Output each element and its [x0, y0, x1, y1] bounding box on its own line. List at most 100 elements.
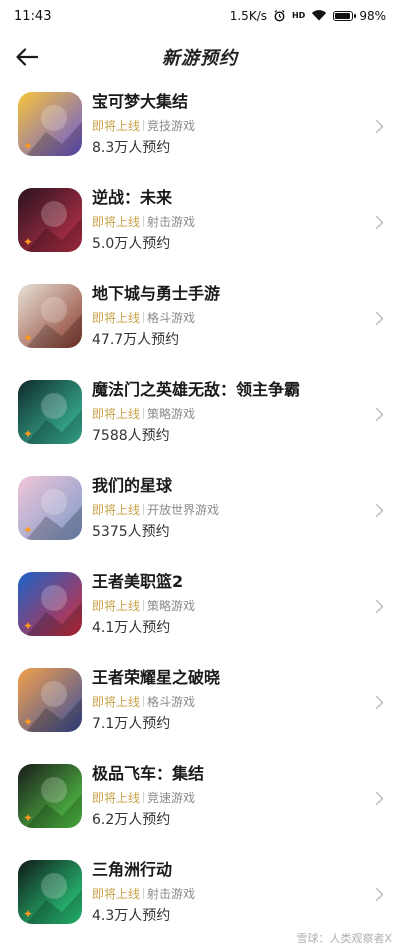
reservation-count: 4.1万人预约 [92, 620, 171, 636]
pokemon-unite-icon[interactable]: ✦ [18, 92, 82, 156]
game-name: 王者荣耀星之破晓 [92, 668, 221, 687]
game-meta: 即将上线 射击游戏 [92, 885, 360, 903]
net-speed: 1.5K/s [229, 9, 267, 23]
heroes-might-magic-icon[interactable]: ✦ [18, 380, 82, 444]
chevron-right-icon[interactable] [372, 308, 386, 328]
list-item[interactable]: ✦ 地下城与勇士手游即将上线 格斗游戏 47.7万人预约 [0, 274, 400, 370]
divider [143, 888, 145, 899]
game-meta: 即将上线 开放世界游戏 [92, 501, 360, 519]
honor-of-kings-star-icon[interactable]: ✦ [18, 668, 82, 732]
game-info: 地下城与勇士手游即将上线 格斗游戏 47.7万人预约 [92, 283, 360, 350]
release-status: 即将上线 [92, 599, 141, 613]
game-meta: 即将上线 格斗游戏 [92, 693, 360, 711]
game-info: 三角洲行动即将上线 射击游戏 4.3万人预约 [92, 859, 360, 926]
game-info: 逆战：未来即将上线 射击游戏 5.0万人预约 [92, 187, 360, 254]
delta-force-icon[interactable]: ✦ [18, 860, 82, 924]
divider [143, 696, 145, 707]
divider [143, 504, 145, 515]
battery-percent: 98% [359, 9, 386, 23]
release-status: 即将上线 [92, 119, 141, 133]
divider [143, 216, 145, 227]
reservation-count: 5375人预约 [92, 524, 170, 540]
game-info: 魔法门之英雄无敌：领主争霸 即将上线 策略游戏 7588人预约 [92, 379, 360, 446]
watermark: 雪球：人类观察者X [296, 932, 392, 945]
divider [143, 408, 145, 419]
alarm-clock-icon [273, 9, 286, 24]
game-name: 逆战：未来 [92, 188, 173, 207]
list-item[interactable]: ✦ 逆战：未来即将上线 射击游戏 5.0万人预约 [0, 178, 400, 274]
reservation-count: 8.3万人预约 [92, 140, 171, 156]
game-genre: 竞技游戏 [147, 119, 196, 133]
game-name: 地下城与勇士手游 [92, 284, 221, 303]
star-badge-icon: ✦ [22, 331, 34, 345]
status-bar: 11:43 1.5K/s HD 98% [0, 0, 400, 32]
reservation-count: 7588人预约 [92, 428, 170, 444]
star-badge-icon: ✦ [22, 427, 34, 441]
nba-kings-icon[interactable]: ✦ [18, 572, 82, 636]
game-meta: 即将上线 射击游戏 [92, 213, 360, 231]
arrow-left-icon [16, 48, 38, 66]
back-button[interactable] [12, 42, 42, 72]
game-genre: 竞速游戏 [147, 791, 196, 805]
wifi-icon [311, 9, 327, 23]
list-item[interactable]: ✦ 我们的星球即将上线 开放世界游戏 5375人预约 [0, 466, 400, 562]
release-status: 即将上线 [92, 887, 141, 901]
reservation-count: 47.7万人预约 [92, 332, 180, 348]
release-status: 即将上线 [92, 215, 141, 229]
game-name: 我们的星球 [92, 476, 173, 495]
dnf-mobile-icon[interactable]: ✦ [18, 284, 82, 348]
game-genre: 射击游戏 [147, 215, 196, 229]
reservation-count: 5.0万人预约 [92, 236, 171, 252]
release-status: 即将上线 [92, 311, 141, 325]
chevron-right-icon[interactable] [372, 884, 386, 904]
game-name: 宝可梦大集结 [92, 92, 189, 111]
release-status: 即将上线 [92, 407, 141, 421]
nizhan-future-icon[interactable]: ✦ [18, 188, 82, 252]
game-list: ✦ 宝可梦大集结 即将上线 竞技游戏 8.3万人预约 ✦ 逆战：未来 即将上线 射击游戏 5.0万… [0, 82, 400, 946]
game-name: 三角洲行动 [92, 860, 173, 879]
list-item[interactable]: ✦ 宝可梦大集结即将上线 竞技游戏 8.3万人预约 [0, 82, 400, 178]
release-status: 即将上线 [92, 791, 141, 805]
release-status: 即将上线 [92, 695, 141, 709]
game-info: 宝可梦大集结即将上线 竞技游戏 8.3万人预约 [92, 91, 360, 158]
hd-indicator: HD [291, 11, 306, 20]
game-meta: 即将上线 格斗游戏 [92, 309, 360, 327]
list-item[interactable]: ✦ 王者荣耀星之破晓即将上线 格斗游戏 7.1万人预约 [0, 658, 400, 754]
game-info: 我们的星球即将上线 开放世界游戏 5375人预约 [92, 475, 360, 542]
game-genre: 格斗游戏 [147, 695, 196, 709]
chevron-right-icon[interactable] [372, 788, 386, 808]
chevron-right-icon[interactable] [372, 692, 386, 712]
star-badge-icon: ✦ [22, 715, 34, 729]
chevron-right-icon[interactable] [372, 596, 386, 616]
game-info: 极品飞车：集结 即将上线 竞速游戏 6.2万人预约 [92, 763, 360, 830]
game-genre: 格斗游戏 [147, 311, 196, 325]
game-name: 王者美职篮2 [92, 572, 184, 591]
reservation-count: 4.3万人预约 [92, 908, 171, 924]
app-header: 新游预约 [0, 34, 400, 80]
game-meta: 即将上线 竞速游戏 [92, 789, 360, 807]
list-item[interactable]: ✦ 极品飞车：集结 即将上线 竞速游戏 6.2万人预约 [0, 754, 400, 850]
divider [143, 792, 145, 803]
status-indicators: 1.5K/s HD 98% [230, 9, 386, 24]
chevron-right-icon[interactable] [372, 212, 386, 232]
star-badge-icon: ✦ [22, 139, 34, 153]
list-item[interactable]: ✦ 魔法门之英雄无敌：领主争霸 即将上线 策略游戏 7588人预约 [0, 370, 400, 466]
divider [143, 120, 145, 131]
game-info: 王者荣耀星之破晓即将上线 格斗游戏 7.1万人预约 [92, 667, 360, 734]
game-genre: 射击游戏 [147, 887, 196, 901]
battery-icon [333, 11, 357, 21]
game-genre: 策略游戏 [147, 599, 196, 613]
reservation-count: 6.2万人预约 [92, 812, 171, 828]
our-planet-icon[interactable]: ✦ [18, 476, 82, 540]
chevron-right-icon[interactable] [372, 404, 386, 424]
star-badge-icon: ✦ [22, 235, 34, 249]
chevron-right-icon[interactable] [372, 116, 386, 136]
star-badge-icon: ✦ [22, 523, 34, 537]
game-meta: 即将上线 竞技游戏 [92, 117, 360, 135]
release-status: 即将上线 [92, 503, 141, 517]
reservation-count: 7.1万人预约 [92, 716, 171, 732]
need-for-speed-icon[interactable]: ✦ [18, 764, 82, 828]
chevron-right-icon[interactable] [372, 500, 386, 520]
list-item[interactable]: ✦ 王者美职篮2 即将上线 策略游戏 4.1万人预约 [0, 562, 400, 658]
game-meta: 即将上线 策略游戏 [92, 597, 360, 615]
